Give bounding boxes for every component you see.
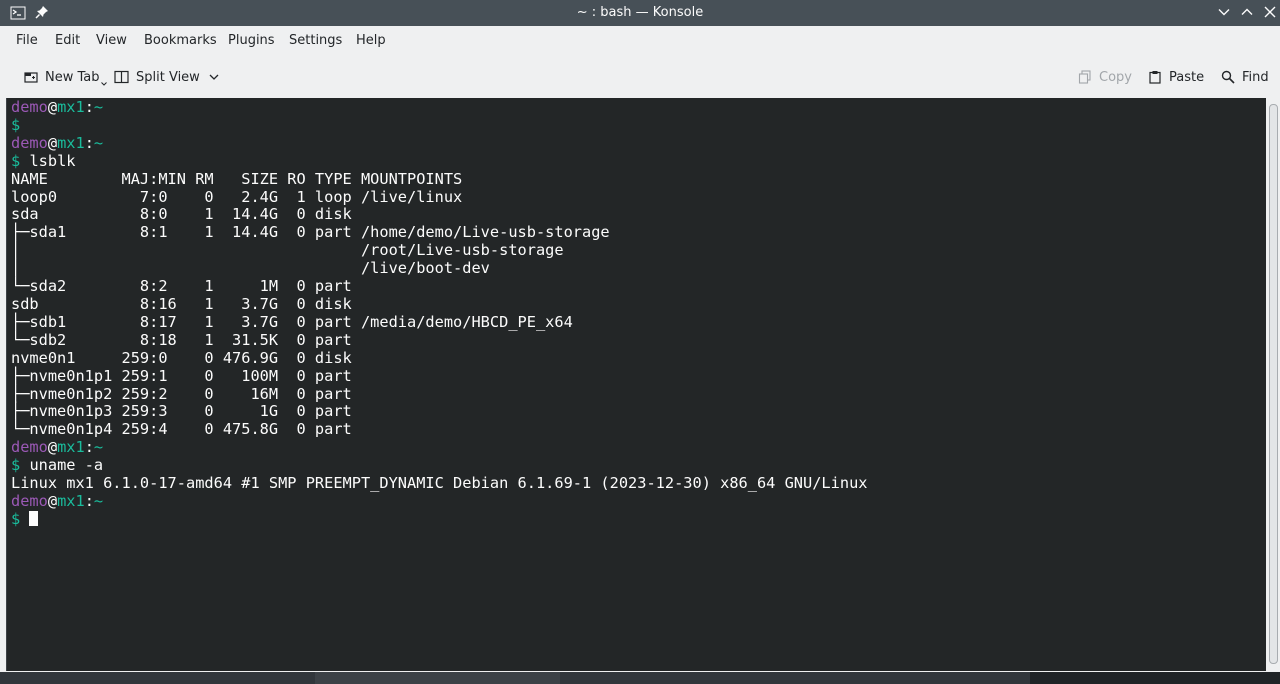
menu-settings[interactable]: Settings [289, 26, 342, 56]
prompt-command-line: $ [11, 509, 867, 529]
command-text: lsblk [29, 151, 76, 170]
lsblk-output-line: ├─nvme0n1p1 259:1 0 100M 0 part [11, 366, 352, 385]
new-tab-label: New Tab [45, 69, 100, 85]
menu-edit[interactable]: Edit [55, 26, 80, 56]
prompt-header-line: demo@mx1:~ [11, 98, 867, 117]
copy-button[interactable]: Copy [1078, 56, 1132, 98]
chevron-down-icon[interactable] [208, 72, 220, 82]
menu-bookmarks[interactable]: Bookmarks [144, 26, 217, 56]
paste-icon [1149, 71, 1161, 84]
prompt-host: mx1 [57, 133, 85, 152]
lsblk-output-line: └─sdb2 8:18 1 31.5K 0 part [11, 330, 352, 349]
prompt-at: @ [47, 133, 58, 152]
prompt-command-line: $ [11, 115, 867, 135]
split-view-icon [114, 70, 129, 84]
prompt-at: @ [47, 491, 58, 510]
prompt-symbol: $ [11, 151, 21, 170]
prompt-command-line: $ lsblk [11, 151, 867, 171]
prompt-symbol: $ [11, 115, 21, 134]
prompt-host: mx1 [57, 98, 85, 116]
command-text: uname -a [29, 456, 104, 475]
prompt-user: demo [11, 98, 48, 116]
prompt-user: demo [11, 491, 48, 510]
prompt-symbol: $ [11, 509, 21, 528]
lsblk-output-line: loop0 7:0 0 2.4G 1 loop /live/linux [11, 187, 463, 206]
find-label: Find [1242, 69, 1269, 85]
prompt-at: @ [47, 98, 58, 116]
taskbar-segment [315, 672, 560, 684]
prompt-header-line: demo@mx1:~ [11, 438, 867, 457]
prompt-path: ~ [93, 133, 104, 152]
prompt-colon: : [84, 133, 94, 152]
lsblk-output-line: ├─nvme0n1p2 259:2 0 16M 0 part [11, 384, 352, 403]
prompt-header-line: demo@mx1:~ [11, 133, 867, 153]
split-view-button[interactable]: Split View [114, 56, 220, 98]
menu-help[interactable]: Help [356, 26, 386, 56]
terminal-screen[interactable]: demo@mx1:~ $ demo@mx1:~ $ lsblk NAME MAJ:MI… [11, 98, 868, 529]
prompt-host: mx1 [57, 491, 85, 510]
find-button[interactable]: Find [1221, 56, 1269, 98]
taskbar-segment-dark [1030, 672, 1280, 684]
new-tab-dropdown-icon [100, 82, 107, 86]
prompt-path: ~ [93, 438, 104, 457]
minimize-button[interactable] [1216, 5, 1232, 21]
window-title: ~ : bash — Konsole [576, 5, 704, 20]
terminal-scrollbar[interactable] [1266, 98, 1280, 671]
paste-label: Paste [1169, 69, 1205, 85]
prompt-user: demo [11, 133, 48, 152]
desktop-background-strip [0, 672, 1280, 684]
search-icon [1221, 70, 1235, 84]
lsblk-output-line: │ /root/Live-usb-storage [11, 241, 564, 260]
prompt-at: @ [47, 438, 58, 457]
prompt-command-line: $ uname -a [11, 456, 867, 475]
lsblk-output-line: │ /live/boot-dev [11, 259, 490, 278]
terminal-view[interactable]: demo@mx1:~ $ demo@mx1:~ $ lsblk NAME MAJ:MI… [6, 98, 1267, 671]
prompt-colon: : [84, 491, 94, 510]
prompt-host: mx1 [57, 438, 85, 457]
copy-icon [1078, 70, 1091, 84]
prompt-symbol: $ [11, 456, 21, 475]
lsblk-output-line: NAME MAJ:MIN RM SIZE RO TYPE MOUNTPOINTS [11, 169, 463, 188]
uname-output-line: Linux mx1 6.1.0-17-amd64 #1 SMP PREEMPT_… [11, 474, 868, 493]
maximize-button[interactable] [1239, 5, 1255, 21]
split-view-label: Split View [136, 69, 200, 85]
menu-plugins[interactable]: Plugins [228, 26, 275, 56]
lsblk-output-line: └─nvme0n1p4 259:4 0 475.8G 0 part [11, 420, 352, 439]
menu-bar: File Edit View Bookmarks Plugins Setting… [0, 26, 1280, 56]
lsblk-output-line: sdb 8:16 1 3.7G 0 disk [11, 294, 352, 313]
menu-file[interactable]: File [16, 26, 38, 56]
title-bar: ~ : bash — Konsole [0, 0, 1280, 26]
paste-button[interactable]: Paste [1148, 56, 1204, 98]
prompt-colon: : [84, 438, 94, 457]
konsole-window: ~ : bash — Konsole File Edit View Bookma… [0, 0, 1280, 672]
prompt-path: ~ [93, 491, 104, 510]
scrollbar-thumb[interactable] [1269, 104, 1278, 664]
prompt-header-line: demo@mx1:~ [11, 491, 867, 511]
new-tab-button[interactable]: New Tab [24, 56, 114, 98]
prompt-colon: : [84, 98, 94, 116]
new-tab-icon [24, 72, 38, 83]
main-toolbar: New Tab Split View Copy Paste Find [0, 56, 1280, 98]
lsblk-output-line: └─sda2 8:2 1 1M 0 part [11, 277, 352, 296]
prompt-path: ~ [93, 98, 104, 116]
lsblk-output-line: ├─sdb1 8:17 1 3.7G 0 part /media/demo/HB… [11, 312, 573, 331]
text-cursor [29, 510, 39, 526]
menu-view[interactable]: View [96, 26, 127, 56]
lsblk-output-line: sda 8:0 1 14.4G 0 disk [11, 205, 352, 224]
copy-label: Copy [1099, 69, 1132, 85]
lsblk-output-line: ├─nvme0n1p3 259:3 0 1G 0 part [11, 402, 352, 421]
close-button[interactable] [1262, 5, 1278, 21]
lsblk-output-line: nvme0n1 259:0 0 476.9G 0 disk [11, 348, 352, 367]
lsblk-output-line: ├─sda1 8:1 1 14.4G 0 part /home/demo/Liv… [11, 223, 610, 242]
prompt-user: demo [11, 438, 48, 457]
